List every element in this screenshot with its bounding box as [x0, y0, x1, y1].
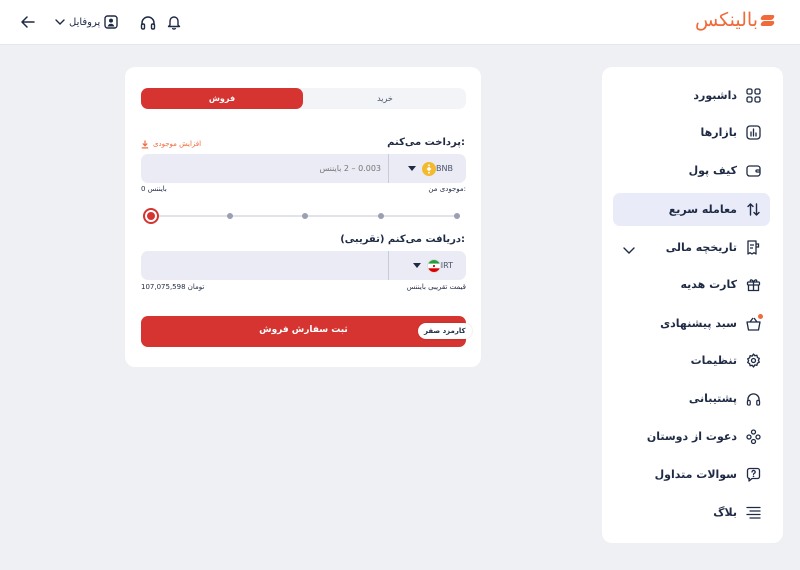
- blog-lines-icon: [744, 504, 762, 522]
- slider-handle[interactable]: [143, 208, 159, 224]
- logo-mark-icon: [761, 14, 774, 27]
- pay-label: پرداخت می‌کنم:: [387, 137, 465, 148]
- tab-sell[interactable]: فروش: [141, 88, 303, 109]
- increase-balance-label: افزایش موجودی: [153, 140, 202, 148]
- markets-chart-icon: [744, 124, 762, 142]
- headphones-icon: [744, 390, 762, 408]
- pay-currency-select[interactable]: BNB: [388, 154, 466, 183]
- slider-stop[interactable]: [454, 213, 460, 219]
- caret-down-icon: [412, 263, 421, 268]
- sidebar-item-dashboard[interactable]: داشبورد: [613, 79, 770, 112]
- faq-question-icon: [744, 466, 762, 484]
- price-value: 107,075,598 تومان: [141, 283, 205, 291]
- balance-value: 0 بایننس: [141, 185, 167, 193]
- history-receipt-icon: [744, 239, 762, 257]
- amount-slider[interactable]: [143, 208, 463, 224]
- receive-currency-code: IRT: [440, 261, 453, 270]
- top-header: بالینکس پروفایل: [0, 0, 800, 45]
- sidebar-item-history[interactable]: تاریخچه مالی: [613, 231, 770, 264]
- sidebar-item-support[interactable]: پشتیبانی: [613, 382, 770, 415]
- receive-field: IRT: [141, 251, 466, 280]
- price-row: قیمت تقریبی بایننس 107,075,598 تومان: [141, 283, 466, 295]
- download-icon: [141, 140, 149, 148]
- sidebar-item-blog[interactable]: بلاگ: [613, 496, 770, 529]
- gear-icon: [744, 352, 762, 370]
- trade-tabs: خرید فروش: [141, 88, 466, 109]
- notification-dot: [758, 313, 763, 319]
- pay-currency-code: BNB: [436, 164, 453, 173]
- invite-friends-icon: [744, 428, 762, 446]
- sidebar-item-markets[interactable]: بازارها: [613, 116, 770, 149]
- iran-flag-icon: [426, 258, 441, 273]
- sidebar-item-invite-friends[interactable]: دعوت از دوستان: [613, 420, 770, 453]
- receive-currency-select[interactable]: IRT: [388, 251, 466, 280]
- profile-menu[interactable]: پروفایل: [55, 12, 119, 32]
- sidebar-item-label: بلاگ: [713, 506, 737, 519]
- profile-label: پروفایل: [69, 16, 101, 28]
- receive-label: دریافت می‌کنم (تقریبی):: [340, 234, 465, 245]
- sidebar-item-label: بازارها: [700, 126, 737, 139]
- chevron-down-icon[interactable]: [623, 239, 635, 258]
- slider-stop[interactable]: [227, 213, 233, 219]
- basket-icon: [744, 313, 763, 333]
- sidebar-item-label: معامله سریع: [668, 203, 737, 216]
- sidebar-item-settings[interactable]: تنظیمات: [613, 344, 770, 377]
- slider-stop[interactable]: [378, 213, 384, 219]
- gift-icon: [744, 276, 762, 294]
- quick-trade-panel: خرید فروش پرداخت می‌کنم: افزایش موجودی B…: [125, 67, 481, 367]
- tab-buy[interactable]: خرید: [304, 88, 466, 109]
- logo[interactable]: بالینکس: [695, 8, 774, 32]
- sidebar-item-label: تاریخچه مالی: [665, 241, 737, 254]
- slider-stop[interactable]: [302, 213, 308, 219]
- headphones-icon[interactable]: [138, 12, 158, 32]
- sidebar-item-wallet[interactable]: کیف پول: [613, 154, 770, 187]
- pay-field: BNB: [141, 154, 466, 183]
- sidebar-item-label: سوالات متداول: [654, 468, 737, 481]
- pay-amount-input[interactable]: [151, 154, 381, 183]
- back-arrow-icon[interactable]: [18, 12, 38, 32]
- logo-text: بالینکس: [694, 9, 759, 31]
- wallet-icon: [744, 162, 762, 180]
- sidebar: داشبورد بازارها کیف پول معامله سریع تاری…: [602, 67, 783, 543]
- caret-down-icon: [408, 166, 417, 171]
- bell-icon[interactable]: [164, 12, 184, 32]
- sidebar-item-label: داشبورد: [693, 89, 737, 102]
- sidebar-item-label: تنظیمات: [690, 354, 737, 367]
- user-icon: [104, 15, 119, 29]
- price-label: قیمت تقریبی بایننس: [406, 283, 466, 291]
- sidebar-item-label: کیف پول: [688, 164, 737, 177]
- increase-balance-link[interactable]: افزایش موجودی: [141, 138, 201, 150]
- bnb-coin-icon: [422, 161, 437, 176]
- chevron-down-icon: [55, 19, 65, 25]
- swap-arrows-icon: [744, 201, 762, 219]
- sidebar-item-suggested-basket[interactable]: سبد پیشنهادی: [613, 307, 770, 340]
- sidebar-item-label: پشتیبانی: [688, 392, 737, 405]
- dashboard-grid-icon: [744, 87, 762, 105]
- balance-label: موجودی من:: [428, 185, 466, 193]
- sidebar-item-label: دعوت از دوستان: [646, 430, 737, 443]
- sidebar-item-faq[interactable]: سوالات متداول: [613, 458, 770, 491]
- sidebar-item-quick-trade[interactable]: معامله سریع: [613, 193, 770, 226]
- sidebar-item-label: سبد پیشنهادی: [660, 317, 737, 330]
- sidebar-item-label: کارت هدیه: [680, 278, 737, 291]
- sidebar-item-gift-card[interactable]: کارت هدیه: [613, 268, 770, 301]
- receive-amount-input[interactable]: [151, 251, 381, 280]
- zero-fee-badge: کارمزد صفر: [418, 323, 472, 339]
- balance-row: موجودی من: 0 بایننس: [141, 185, 466, 197]
